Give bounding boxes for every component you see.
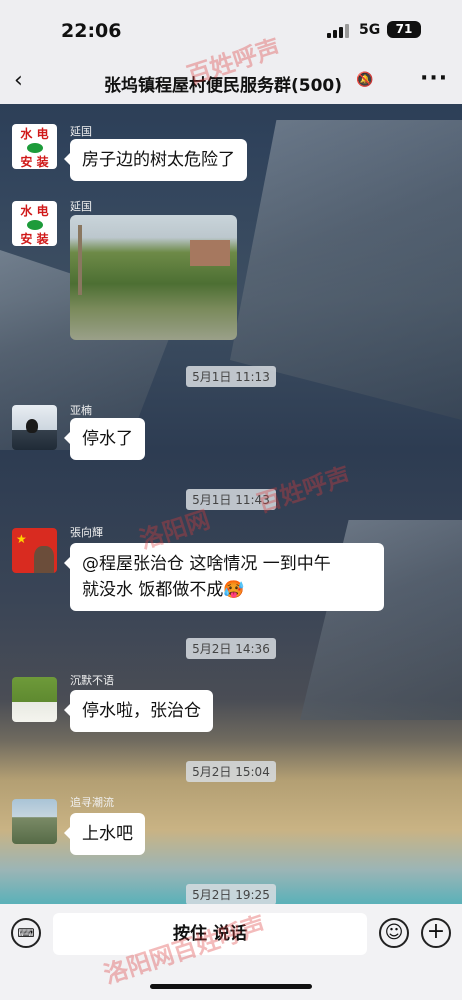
timestamp: 5月2日 19:25 (0, 884, 462, 905)
timestamp-label: 5月2日 14:36 (186, 638, 276, 659)
back-icon[interactable]: ‹ (14, 68, 40, 94)
sender-name: 張向輝 (70, 526, 103, 539)
message-text-line: 就没水 饭都做不成🥵 (82, 580, 245, 600)
avatar[interactable] (12, 405, 57, 450)
signal-icon (327, 24, 349, 38)
message-bubble[interactable]: 房子边的树太危险了 (64, 139, 247, 181)
message-bubble[interactable]: 停水啦，张治仓 (64, 690, 213, 732)
plus-icon[interactable]: + (421, 918, 451, 948)
message-bubble[interactable]: @程屋张治仓 这啥情况 一到中午 就没水 饭都做不成🥵 (64, 543, 384, 611)
message-bubble[interactable]: 上水吧 (64, 813, 145, 855)
timestamp: 5月2日 15:04 (0, 761, 462, 782)
emoji-icon[interactable]: ☺ (379, 918, 409, 948)
message-bubble[interactable]: 停水了 (64, 418, 145, 460)
status-time: 22:06 (61, 20, 122, 42)
timestamp-label: 5月1日 11:13 (186, 366, 276, 387)
battery-icon: 71 (387, 21, 421, 38)
shared-photo[interactable] (70, 215, 237, 340)
avatar-logo-line1: 水 电 (20, 127, 49, 141)
avatar-logo-line2: 安 装 (20, 232, 49, 246)
avatar[interactable]: ★ (12, 528, 57, 573)
network-type: 5G (359, 22, 381, 38)
sender-name: 延国 (70, 125, 92, 138)
sender-name: 延国 (70, 200, 92, 213)
timestamp: 5月1日 11:13 (0, 366, 462, 387)
keyboard-icon[interactable]: ⌨ (11, 918, 41, 948)
avatar[interactable] (12, 799, 57, 844)
timestamp-label: 5月2日 19:25 (186, 884, 276, 905)
timestamp-label: 5月2日 15:04 (186, 761, 276, 782)
avatar[interactable]: 水 电 安 装 (12, 201, 57, 246)
sender-name: 沉默不语 (70, 674, 114, 687)
home-indicator (150, 984, 312, 989)
mute-icon: 🔕 (356, 72, 374, 88)
avatar[interactable] (12, 677, 57, 722)
avatar[interactable]: 水 电 安 装 (12, 124, 57, 169)
sender-name: 追寻潮流 (70, 796, 114, 809)
sender-name: 亚楠 (70, 404, 92, 417)
avatar-logo-line2: 安 装 (20, 155, 49, 169)
message-text-line: @程屋张治仓 这啥情况 一到中午 (82, 554, 331, 574)
star-icon: ★ (16, 532, 27, 546)
more-icon[interactable]: ··· (420, 66, 448, 91)
timestamp: 5月2日 14:36 (0, 638, 462, 659)
avatar-logo-line1: 水 电 (20, 204, 49, 218)
timestamp: 5月1日 11:43 (0, 489, 462, 510)
